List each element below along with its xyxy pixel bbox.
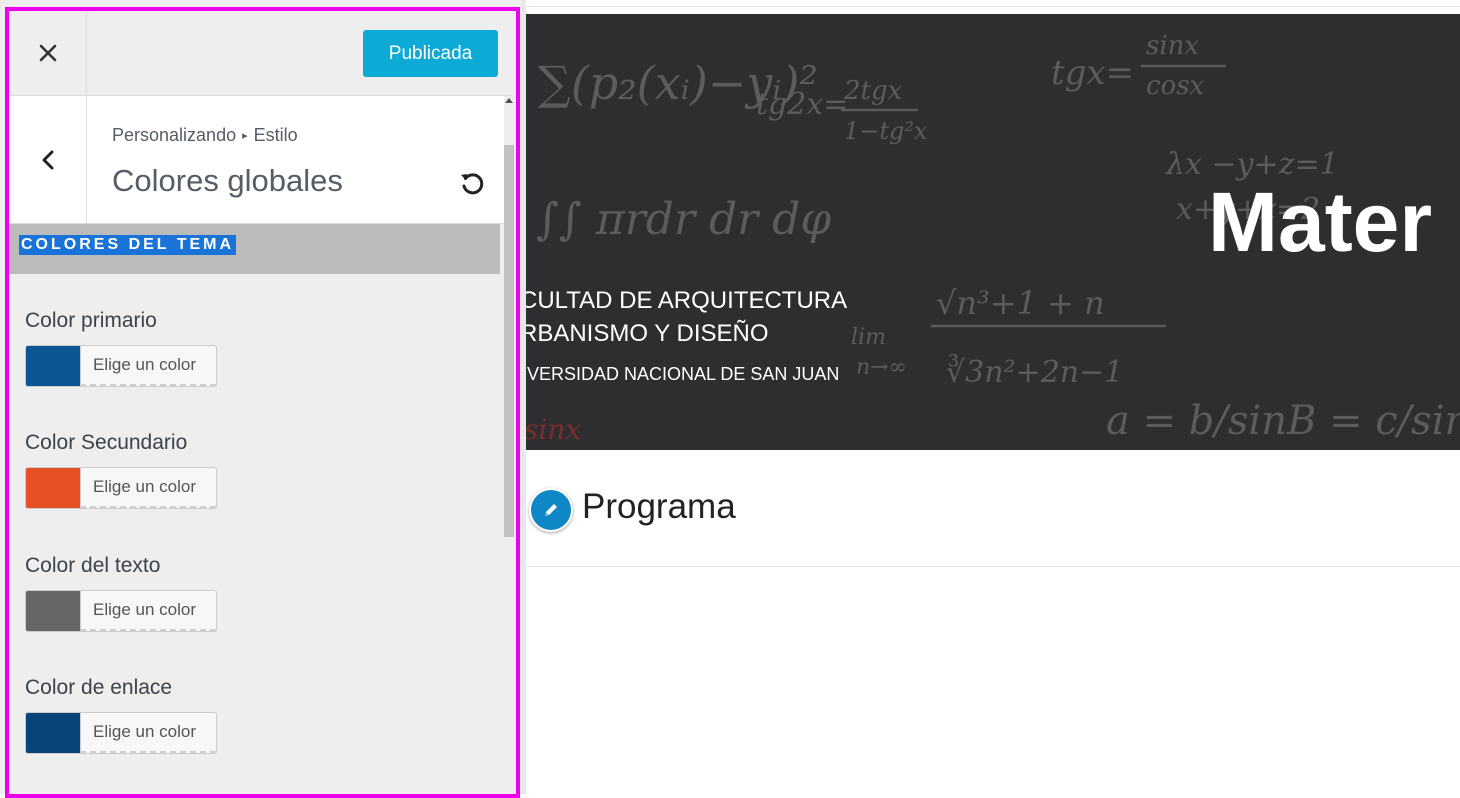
color-picker-label: Elige un color [80, 591, 216, 631]
reset-button[interactable] [455, 166, 489, 200]
svg-text:∛3n²+2n−1: ∛3n²+2n−1 [946, 353, 1123, 390]
svg-text:lim: lim [851, 325, 886, 350]
color-control-primary: Color primario Elige un color [25, 309, 217, 387]
close-icon [39, 44, 56, 62]
svg-text:cosx: cosx [1146, 71, 1205, 101]
faculty-name: CULTAD DE ARQUITECTURA RBANISMO Y DISEÑO [526, 284, 847, 350]
breadcrumb-separator-icon: ▸ [242, 130, 248, 142]
color-picker-button[interactable]: Elige un color [25, 345, 217, 387]
breadcrumb: Personalizando ▸ Estilo [112, 125, 298, 146]
back-chevron-icon [42, 150, 53, 169]
svg-text:tgx=: tgx= [1051, 53, 1134, 93]
svg-text:2tgx: 2tgx [843, 76, 903, 106]
publish-button[interactable]: Publicada [363, 30, 498, 77]
reset-icon [461, 173, 484, 195]
university-name: IVERSIDAD NACIONAL DE SAN JUAN [526, 364, 840, 384]
pencil-icon [545, 504, 557, 516]
breadcrumb-root: Personalizando [112, 125, 237, 145]
color-control-text: Color del texto Elige un color [25, 554, 217, 632]
svg-text:√n³+1 + n: √n³+1 + n [936, 284, 1105, 322]
color-picker-label: Elige un color [80, 713, 216, 753]
color-picker-button[interactable]: Elige un color [25, 590, 217, 632]
edit-shortcut-button[interactable] [529, 488, 573, 532]
hero-banner: ∑(p₂(xᵢ)−yᵢ)² tg2x= 2tgx 1−tg²x tgx= sin… [526, 14, 1460, 450]
color-label: Color Secundario [25, 431, 188, 454]
color-swatch [26, 468, 80, 508]
panel-title: Colores globales [112, 163, 343, 198]
close-customizer-button[interactable] [9, 11, 87, 95]
preview-top-border [521, 6, 1460, 7]
group-header: COLORES DEL TEMA [9, 224, 500, 274]
color-control-secondary: Color Secundario Elige un color [25, 431, 217, 509]
color-label: Color de enlace [25, 676, 173, 699]
scrollbar-thumb[interactable] [504, 145, 514, 537]
svg-text:a = b/sinB = c/sin: a = b/sinB = c/sin [1106, 398, 1460, 444]
faculty-line-2: RBANISMO Y DISEÑO [526, 320, 769, 347]
color-picker-button[interactable]: Elige un color [25, 712, 217, 754]
color-label: Color primario [25, 309, 157, 332]
section-header: Personalizando ▸ Estilo Colores globales [9, 96, 504, 224]
color-swatch [26, 591, 80, 631]
group-title: COLORES DEL TEMA [19, 235, 237, 255]
page-title-bar: Programa [526, 450, 1460, 567]
svg-text:sinx: sinx [1146, 31, 1199, 61]
color-picker-label: Elige un color [80, 346, 216, 386]
color-picker-button[interactable]: Elige un color [25, 467, 217, 509]
faculty-line-1: CULTAD DE ARQUITECTURA [526, 287, 848, 314]
customizer-sidebar: Publicada Personalizando ▸ Estilo Colores … [0, 0, 521, 798]
customizer-header: Publicada [9, 11, 512, 96]
color-label: Color del texto [25, 554, 161, 577]
svg-text:1−tg²x: 1−tg²x [844, 117, 928, 145]
controls-list: COLORES DEL TEMA Color primario Elige un… [9, 224, 503, 790]
color-control-link: Color de enlace Elige un color [25, 676, 217, 754]
hero-title: Mater [1208, 175, 1433, 269]
back-button[interactable] [9, 96, 87, 223]
color-swatch [26, 346, 80, 386]
breadcrumb-section: Estilo [253, 125, 298, 145]
page-heading: Programa [582, 487, 736, 526]
color-swatch [26, 713, 80, 753]
svg-text:n→∞: n→∞ [856, 355, 907, 380]
svg-text:sinx: sinx [526, 413, 581, 446]
scroll-up-arrow-icon[interactable] [505, 98, 513, 103]
svg-text:tg2x=: tg2x= [756, 87, 848, 122]
svg-text:∫∫ πrdr dr dφ: ∫∫ πrdr dr dφ [536, 194, 831, 245]
color-picker-label: Elige un color [80, 468, 216, 508]
